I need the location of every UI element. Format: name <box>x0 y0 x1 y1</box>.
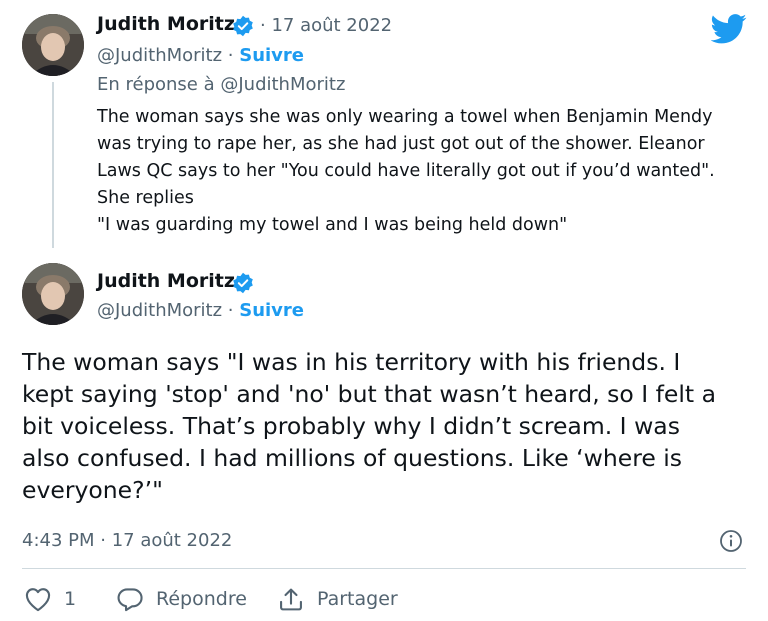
tweet-text: The woman says "I was in his territory w… <box>22 346 716 506</box>
divider <box>22 568 746 569</box>
tweet-text-line: everyone?’" <box>22 476 163 504</box>
verified-badge-icon <box>233 15 253 37</box>
author-handle[interactable]: @JudithMoritz <box>97 300 222 321</box>
tweet-text-line: The woman says she was only wearing a to… <box>97 107 713 127</box>
author-name[interactable]: Judith Moritz <box>97 270 235 292</box>
info-icon[interactable] <box>719 529 743 553</box>
reply-label: Répondre <box>156 588 247 610</box>
author-handle-row: @JudithMoritz · Suivre <box>97 45 305 66</box>
reply-to-label[interactable]: En réponse à @JudithMoritz <box>97 74 345 95</box>
share-label: Partager <box>317 588 398 610</box>
reply-button[interactable]: Répondre <box>116 586 247 612</box>
like-button[interactable]: 1 <box>24 586 76 612</box>
share-icon <box>280 588 302 611</box>
tweet-text: The woman says she was only wearing a to… <box>97 104 715 239</box>
like-count: 1 <box>64 588 77 610</box>
tweet-text-line: Laws QC says to her "You could have lite… <box>97 161 715 181</box>
avatar[interactable] <box>22 14 84 76</box>
tweet-timestamp[interactable]: 4:43 PM · 17 août 2022 <box>22 530 232 551</box>
author-name[interactable]: Judith Moritz <box>97 13 235 35</box>
heart-icon <box>25 588 51 612</box>
author-handle[interactable]: @JudithMoritz <box>97 45 222 66</box>
tweet-text-line: was trying to rape her, as she had just … <box>97 134 705 154</box>
tweet-date-text: 17 août 2022 <box>271 15 393 36</box>
tweet-text-line: "I was guarding my towel and I was being… <box>97 215 568 235</box>
thread-connector-line <box>52 82 54 248</box>
tweet-text-line: She replies <box>97 188 194 208</box>
verified-badge-icon <box>233 272 253 294</box>
tweet-text-line: kept saying 'stop' and 'no' but that was… <box>22 380 716 408</box>
tweet-text-line: The woman says "I was in his territory w… <box>22 348 681 376</box>
follow-button[interactable]: Suivre <box>239 45 304 66</box>
author-handle-row: @JudithMoritz · Suivre <box>97 300 305 321</box>
tweet-date[interactable]: · 17 août 2022 <box>260 15 392 36</box>
twitter-bird-icon[interactable] <box>710 14 747 44</box>
avatar[interactable] <box>22 263 84 325</box>
share-button[interactable]: Partager <box>277 586 398 612</box>
speech-bubble-icon <box>117 588 143 612</box>
tweet-text-line: bit voiceless. That’s probably why I did… <box>22 412 680 440</box>
tweet-text-line: also confused. I had millions of questio… <box>22 444 683 472</box>
follow-button[interactable]: Suivre <box>239 300 304 321</box>
